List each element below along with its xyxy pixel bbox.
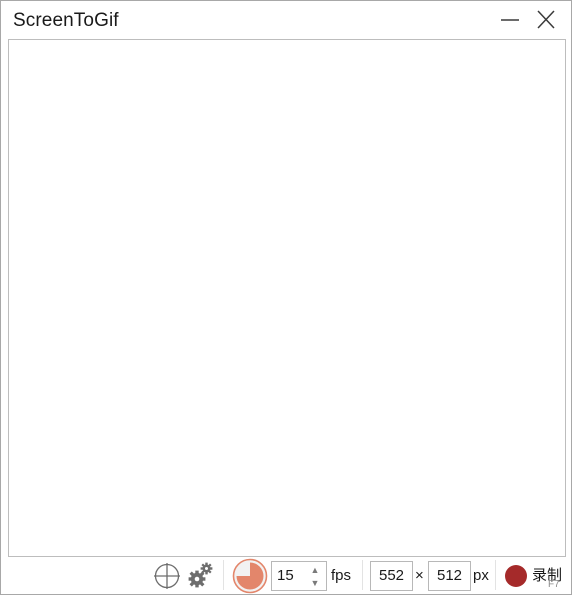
width-input[interactable]: 552	[370, 561, 413, 591]
crosshair-icon	[154, 563, 180, 589]
timer-pie-icon	[232, 558, 268, 594]
toolbar-separator	[362, 560, 363, 590]
options-button[interactable]	[188, 561, 214, 589]
fps-decrement-button[interactable]: ▼	[309, 578, 321, 588]
minimize-button[interactable]	[496, 7, 524, 33]
close-icon	[537, 10, 555, 29]
capture-region[interactable]	[8, 39, 566, 557]
bottom-toolbar: 15 ▲ ▼ fps 552 × 512 px 录制 F7	[1, 556, 571, 594]
fps-unit-label: fps	[331, 567, 352, 584]
record-dot-icon	[505, 565, 527, 587]
record-button[interactable]: 录制 F7	[501, 558, 567, 592]
record-shortcut: F7	[548, 579, 560, 590]
gears-icon	[188, 562, 213, 588]
times-symbol: ×	[415, 567, 424, 584]
recorder-window: ScreenToGif 15 ▲ ▼ fps 552 × 512 px 录制 F…	[0, 0, 572, 595]
window-title: ScreenToGif	[13, 10, 119, 31]
px-unit-label: px	[473, 567, 489, 584]
height-input[interactable]: 512	[428, 561, 471, 591]
width-value: 552	[378, 567, 405, 584]
title-bar[interactable]: ScreenToGif	[1, 1, 571, 39]
frequency-timer-button[interactable]	[232, 558, 268, 594]
close-button[interactable]	[532, 7, 560, 33]
fps-input[interactable]: 15 ▲ ▼	[271, 561, 327, 591]
toolbar-separator	[495, 560, 496, 590]
toolbar-separator	[223, 560, 224, 590]
snap-to-window-button[interactable]	[153, 562, 181, 590]
height-value: 512	[436, 567, 463, 584]
fps-increment-button[interactable]: ▲	[309, 565, 321, 575]
minimize-icon	[501, 19, 519, 21]
